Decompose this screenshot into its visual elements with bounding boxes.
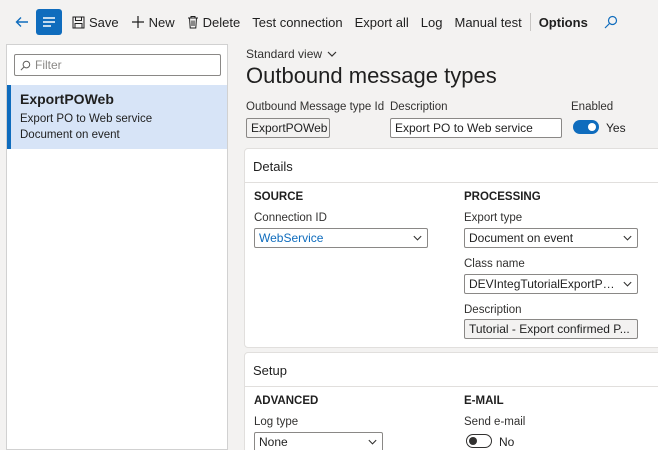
send-email-label: Send e-mail (464, 416, 526, 428)
filter-input[interactable]: Filter (14, 54, 221, 76)
save-button[interactable]: Save (66, 0, 125, 44)
view-label: Standard view (246, 47, 323, 61)
plus-icon (131, 16, 144, 28)
advanced-heading: ADVANCED (254, 395, 319, 407)
export-type-dropdown[interactable]: Document on event (464, 228, 638, 248)
class-name-label: Class name (464, 258, 525, 270)
processing-heading: PROCESSING (464, 191, 541, 203)
list-item-export-type: Document on event (20, 129, 120, 141)
setup-title[interactable]: Setup (253, 363, 287, 378)
export-all-button[interactable]: Export all (349, 0, 415, 44)
save-icon (72, 16, 85, 28)
chevron-down-icon (623, 281, 632, 287)
log-type-dropdown[interactable]: None (254, 432, 383, 450)
options-tab[interactable]: Options (533, 0, 594, 44)
setup-card: Setup ADVANCED Log type None E-MAIL Send… (244, 352, 658, 450)
class-description-label: Description (464, 304, 522, 316)
view-selector[interactable]: Standard view (246, 47, 338, 61)
toolbar-divider (529, 13, 531, 31)
enabled-value: Yes (606, 121, 626, 135)
description-field[interactable]: Export PO to Web service (390, 118, 562, 138)
delete-button[interactable]: Delete (181, 0, 247, 44)
divider (245, 182, 658, 183)
save-label: Save (89, 14, 119, 30)
class-name-value: DEVIntegTutorialExportPur... (469, 277, 615, 291)
chevron-down-icon (623, 235, 632, 241)
chevron-down-icon (413, 235, 422, 241)
action-pane: Save New Delete Test connection Export a… (0, 0, 658, 44)
connection-id-label: Connection ID (254, 212, 327, 224)
new-label: New (148, 14, 175, 30)
menu-lines-icon[interactable] (36, 9, 62, 35)
type-id-field[interactable]: ExportPOWeb (246, 118, 330, 138)
test-connection-button[interactable]: Test connection (246, 0, 348, 44)
connection-id-value: WebService (259, 231, 324, 245)
search-icon[interactable] (594, 0, 628, 44)
chevron-down-icon (368, 439, 377, 445)
source-heading: SOURCE (254, 191, 304, 203)
chevron-down-icon (327, 51, 337, 57)
log-type-value: None (259, 435, 288, 449)
trash-icon (187, 16, 198, 29)
class-description-field[interactable]: Tutorial - Export confirmed P... (464, 319, 638, 339)
details-title[interactable]: Details (253, 159, 293, 174)
log-button[interactable]: Log (415, 0, 449, 44)
class-name-dropdown[interactable]: DEVIntegTutorialExportPur... (464, 274, 638, 294)
detail-form: Standard view Outbound message types Out… (228, 44, 658, 450)
export-type-label: Export type (464, 212, 523, 224)
divider (245, 386, 658, 387)
export-type-value: Document on event (469, 231, 574, 245)
description-label: Description (390, 101, 448, 113)
search-icon (20, 60, 31, 70)
page-title: Outbound message types (246, 63, 497, 88)
list-item[interactable]: ExportPOWeb Export PO to Web service Doc… (7, 85, 227, 149)
details-card: Details SOURCE Connection ID WebService … (244, 148, 658, 348)
record-list-pane: Filter ExportPOWeb Export PO to Web serv… (6, 44, 228, 450)
enabled-toggle[interactable] (573, 120, 599, 134)
list-item-description: Export PO to Web service (20, 113, 153, 125)
class-description-value: Tutorial - Export confirmed P... (469, 322, 630, 336)
list-item-title: ExportPOWeb (20, 91, 114, 107)
delete-label: Delete (202, 14, 241, 30)
email-heading: E-MAIL (464, 395, 504, 407)
type-id-label: Outbound Message type Id (246, 101, 385, 113)
filter-placeholder: Filter (35, 58, 62, 72)
new-button[interactable]: New (125, 0, 181, 44)
send-email-toggle[interactable] (466, 434, 492, 448)
log-type-label: Log type (254, 416, 299, 428)
back-arrow-icon[interactable] (12, 12, 32, 32)
manual-test-button[interactable]: Manual test (448, 0, 527, 44)
send-email-value: No (499, 435, 515, 449)
connection-id-dropdown[interactable]: WebService (254, 228, 428, 248)
enabled-label: Enabled (571, 101, 614, 113)
